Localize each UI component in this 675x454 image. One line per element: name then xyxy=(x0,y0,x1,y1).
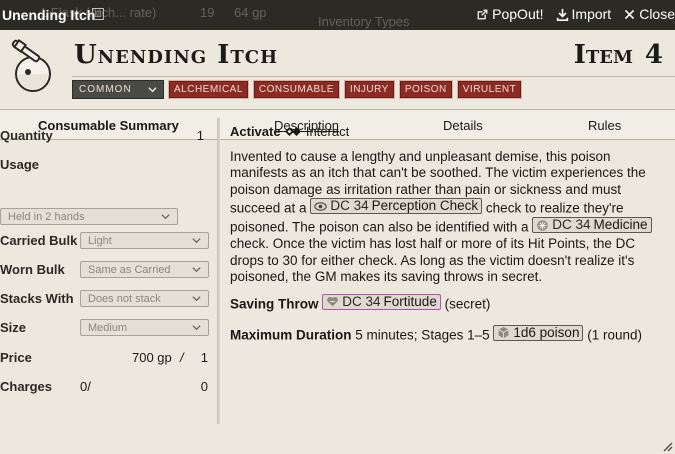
size-label: Size xyxy=(0,320,27,335)
close-icon xyxy=(625,9,635,19)
item-properties-sidebar: Quantity 1 Usage Held in 2 hands Carried… xyxy=(0,111,216,424)
trait-tag[interactable]: VIRULENT xyxy=(456,80,523,99)
item-description: Activate Interact Invented to cause a le… xyxy=(230,124,670,344)
carried-bulk-select[interactable]: Light xyxy=(80,232,209,249)
save-skill: Fortitude xyxy=(383,293,437,309)
quantity-label: Quantity xyxy=(0,128,53,143)
popout-label: PopOut! xyxy=(492,6,544,22)
perception-check-link[interactable]: DC 34 Perception Check xyxy=(310,198,483,214)
usage-label: Usage xyxy=(0,157,40,172)
carried-bulk-value: Light xyxy=(88,234,112,247)
item-level-heading: Item 4 xyxy=(574,40,663,70)
size-value: Medium xyxy=(88,321,128,334)
chevron-down-icon xyxy=(161,214,170,220)
window-id-icon[interactable]: ◫ xyxy=(92,8,104,20)
carried-bulk-label: Carried Bulk xyxy=(0,233,78,248)
rarity-select[interactable]: COMMON xyxy=(72,80,164,99)
popout-button[interactable]: PopOut! xyxy=(476,6,544,22)
window-header: 1 Flask (Alch... rate) 19 64 gp Inventor… xyxy=(0,0,675,30)
stacks-with-value: Does not stack xyxy=(88,292,161,305)
sidebar-divider xyxy=(217,118,220,424)
usage-row: Usage xyxy=(0,157,212,172)
medicine-check-link[interactable]: DC 34 Medicine xyxy=(532,217,652,233)
activate-value: Interact xyxy=(305,124,350,139)
import-button[interactable]: Import xyxy=(556,6,612,22)
close-button[interactable]: Close xyxy=(623,6,675,22)
trait-tag[interactable]: CONSUMABLE xyxy=(252,80,340,99)
trait-tag[interactable]: ALCHEMICAL xyxy=(168,80,249,99)
eye-icon xyxy=(314,201,328,211)
worn-bulk-value: Same as Carried xyxy=(88,263,171,276)
maximum-duration-line: Maximum Duration 5 minutes; Stages 1–5 1… xyxy=(230,324,670,344)
fortitude-save-link[interactable]: DC 34 Fortitude xyxy=(322,293,441,310)
price-label: Price xyxy=(0,350,32,365)
price-input[interactable]: 700 gp xyxy=(132,350,172,365)
quantity-input[interactable]: 1 xyxy=(197,128,204,143)
price-separator: / xyxy=(180,350,184,365)
quantity-row: Quantity 1 xyxy=(0,128,212,143)
check-dc: DC 34 xyxy=(552,217,591,232)
charges-row: Charges 0/ 0 xyxy=(0,379,212,394)
stacks-with-select[interactable]: Does not stack xyxy=(80,290,209,307)
activate-label: Activate xyxy=(230,124,281,139)
popout-icon xyxy=(477,9,488,19)
background-panel-title: Inventory Types xyxy=(318,14,410,29)
worn-bulk-select[interactable]: Same as Carried xyxy=(80,261,209,278)
check-skill: Medicine xyxy=(593,217,648,232)
background-item-price: 64 gp xyxy=(234,5,267,20)
damage-roll-link[interactable]: 1d6 poison xyxy=(493,324,584,341)
activate-line: Activate Interact xyxy=(230,124,670,141)
heart-shield-icon xyxy=(327,296,339,307)
charges-input[interactable]: 0/ xyxy=(80,379,91,394)
max-duration-value: 5 minutes; Stages 1–5 xyxy=(355,327,490,342)
check-dc: DC 34 xyxy=(330,198,369,213)
saving-throw-label: Saving Throw xyxy=(230,296,319,311)
usage-select[interactable]: Held in 2 hands xyxy=(0,208,178,225)
resize-handle-icon[interactable] xyxy=(663,442,673,452)
description-text-3: check. Once the victim has lost half or … xyxy=(230,236,636,284)
save-dc: DC 34 xyxy=(342,293,381,309)
size-select[interactable]: Medium xyxy=(80,319,209,336)
chevron-down-icon xyxy=(192,296,201,302)
description-paragraph: Invented to cause a lengthy and unpleasa… xyxy=(230,149,670,286)
window-controls: PopOut! Import Close xyxy=(476,6,675,22)
saving-throw-line: Saving Throw DC 34 Fortitude (secret) xyxy=(230,293,670,313)
charges-label: Charges xyxy=(0,379,53,394)
damage-note: (1 round) xyxy=(587,327,642,342)
usage-value: Held in 2 hands xyxy=(8,210,85,223)
trait-tag[interactable]: POISON xyxy=(398,80,453,99)
header-divider xyxy=(72,76,675,77)
save-note: (secret) xyxy=(444,296,491,311)
chevron-down-icon xyxy=(192,238,201,244)
import-label: Import xyxy=(571,6,612,22)
trait-list: COMMON ALCHEMICAL CONSUMABLE INJURY POIS… xyxy=(72,80,523,99)
worn-bulk-label: Worn Bulk xyxy=(0,262,65,277)
stacks-with-label: Stacks With xyxy=(0,291,74,306)
chevron-down-icon xyxy=(148,87,157,93)
check-skill: Perception Check xyxy=(371,198,479,213)
item-type-label: Item xyxy=(573,40,633,70)
charges-max-input[interactable]: 0 xyxy=(201,379,208,394)
max-duration-label: Maximum Duration xyxy=(230,327,352,342)
item-name[interactable]: Unending Itch xyxy=(74,40,278,70)
item-level-number: 4 xyxy=(644,40,663,70)
price-row: Price 700 gp / 1 xyxy=(0,350,212,365)
chevron-down-icon xyxy=(192,267,201,273)
price-per-input[interactable]: 1 xyxy=(201,350,208,365)
background-item-count: 19 xyxy=(200,5,215,20)
rarity-value: COMMON xyxy=(79,84,132,95)
flask-icon[interactable] xyxy=(4,38,62,96)
chevron-down-icon xyxy=(192,325,201,331)
window-title[interactable]: Unending Itch xyxy=(2,7,95,23)
two-action-icon xyxy=(285,127,302,136)
download-icon xyxy=(556,8,568,21)
damage-roll-formula: 1d6 poison xyxy=(513,324,580,340)
trait-tag[interactable]: INJURY xyxy=(343,80,395,99)
medicine-icon xyxy=(537,219,549,231)
dice-icon xyxy=(498,326,509,339)
close-label: Close xyxy=(639,6,675,22)
